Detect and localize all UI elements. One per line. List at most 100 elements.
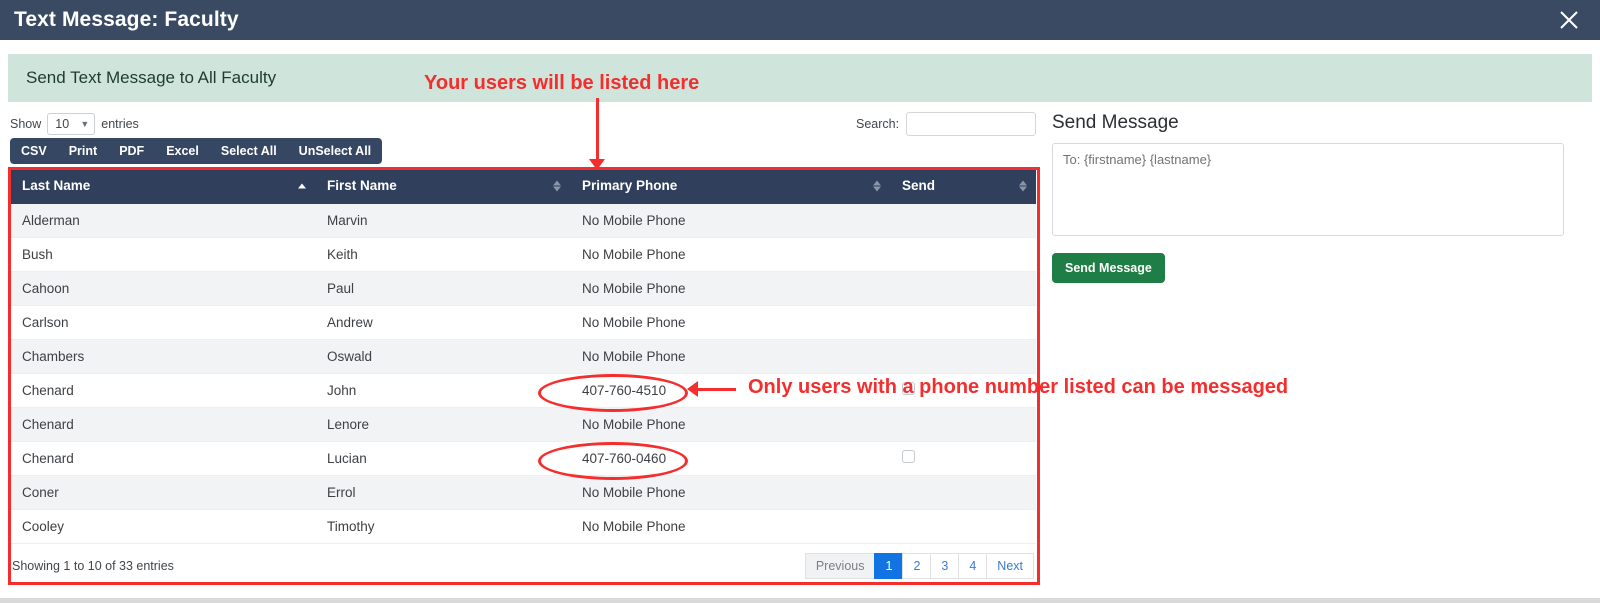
- table-row: Chenard John 407-760-4510: [10, 373, 1036, 408]
- pagination-button-4[interactable]: 4: [958, 553, 987, 579]
- cell-last-name: Coner: [10, 475, 315, 510]
- sort-toggle-icon: [1019, 180, 1027, 192]
- cell-last-name: Chambers: [10, 339, 315, 374]
- cell-send: [890, 407, 1036, 442]
- close-icon[interactable]: [1552, 3, 1586, 37]
- cell-no-mobile-phone: No Mobile Phone: [570, 475, 890, 510]
- table-row: Carlson Andrew No Mobile Phone: [10, 305, 1036, 340]
- cell-no-mobile-phone: No Mobile Phone: [570, 305, 890, 340]
- table-info-label: Showing 1 to 10 of 33 entries: [12, 559, 174, 573]
- cell-last-name: Chenard: [10, 407, 315, 442]
- pagination-button-previous: Previous: [804, 553, 875, 579]
- entries-per-page-value: 10: [55, 117, 70, 131]
- page-bottom-divider: [0, 598, 1600, 603]
- sort-ascending-icon: [298, 183, 306, 189]
- table-row: Chambers Oswald No Mobile Phone: [10, 339, 1036, 374]
- cell-last-name: Bush: [10, 237, 315, 272]
- cell-first-name: Paul: [315, 271, 570, 306]
- cell-no-mobile-phone: No Mobile Phone: [570, 203, 890, 238]
- cell-last-name: Cooley: [10, 509, 315, 544]
- export-button-group: CSV Print PDF Excel Select All UnSelect …: [10, 138, 383, 164]
- print-button[interactable]: Print: [58, 138, 108, 164]
- banner-label: Send Text Message to All Faculty: [26, 68, 277, 87]
- cell-no-mobile-phone: No Mobile Phone: [570, 339, 890, 374]
- cell-send: [890, 475, 1036, 510]
- search-label: Search:: [856, 117, 900, 131]
- cell-no-mobile-phone: No Mobile Phone: [570, 407, 890, 442]
- column-header-last-name[interactable]: Last Name: [10, 169, 315, 204]
- cell-send: [890, 441, 1036, 476]
- send-message-panel: Send Message Send Message: [1052, 112, 1564, 283]
- cell-first-name: Andrew: [315, 305, 570, 340]
- cell-first-name: Timothy: [315, 509, 570, 544]
- pdf-button[interactable]: PDF: [108, 138, 155, 164]
- sort-toggle-icon: [553, 180, 561, 192]
- cell-no-mobile-phone: No Mobile Phone: [570, 509, 890, 544]
- table-header-row: Last Name First Name Primary Phone Send: [10, 169, 1036, 204]
- message-textarea[interactable]: [1052, 143, 1564, 236]
- table-header: Last Name First Name Primary Phone Send: [10, 169, 1036, 204]
- table-footer: Showing 1 to 10 of 33 entries Previous 1 2…: [10, 549, 1036, 583]
- cell-primary-phone: 407-760-0460: [570, 441, 890, 476]
- table-row: Chenard Lenore No Mobile Phone: [10, 407, 1036, 442]
- page-title: Text Message: Faculty: [14, 8, 239, 31]
- cell-first-name: John: [315, 373, 570, 408]
- window-title-bar: Text Message: Faculty: [0, 0, 1600, 40]
- cell-first-name: Oswald: [315, 339, 570, 374]
- table-search-control: Search:: [856, 112, 1037, 136]
- column-label-last-name: Last Name: [22, 178, 91, 194]
- send-message-heading: Send Message: [1052, 112, 1179, 133]
- unselect-all-button[interactable]: UnSelect All: [288, 138, 382, 164]
- table-row: Cooley Timothy No Mobile Phone: [10, 509, 1036, 544]
- cell-no-mobile-phone: No Mobile Phone: [570, 237, 890, 272]
- send-checkbox[interactable]: [902, 450, 915, 463]
- search-input[interactable]: [906, 112, 1037, 136]
- excel-button[interactable]: Excel: [155, 138, 210, 164]
- cell-last-name: Carlson: [10, 305, 315, 340]
- entries-label: entries: [101, 117, 139, 131]
- pagination: Previous 1 2 3 4 Next: [804, 553, 1034, 579]
- pagination-button-next[interactable]: Next: [986, 553, 1034, 579]
- show-label: Show: [10, 117, 42, 131]
- column-header-primary-phone[interactable]: Primary Phone: [570, 169, 890, 204]
- cell-send: [890, 305, 1036, 340]
- cell-first-name: Keith: [315, 237, 570, 272]
- table-row: Coner Errol No Mobile Phone: [10, 475, 1036, 510]
- pagination-button-1[interactable]: 1: [874, 553, 903, 579]
- select-all-button[interactable]: Select All: [210, 138, 288, 164]
- table-row: Alderman Marvin No Mobile Phone: [10, 203, 1036, 238]
- sort-toggle-icon: [873, 180, 881, 192]
- cell-send: [890, 203, 1036, 238]
- table-body: Alderman Marvin No Mobile Phone Bush Keith No…: [10, 203, 1036, 544]
- column-header-first-name[interactable]: First Name: [315, 169, 570, 204]
- cell-first-name: Lenore: [315, 407, 570, 442]
- cell-no-mobile-phone: No Mobile Phone: [570, 271, 890, 306]
- send-message-button[interactable]: Send Message: [1052, 253, 1165, 283]
- cell-send: [890, 509, 1036, 544]
- cell-last-name: Alderman: [10, 203, 315, 238]
- cell-last-name: Cahoon: [10, 271, 315, 306]
- chevron-down-icon: ▼: [80, 118, 90, 129]
- annotation-arrow-down-icon: [589, 98, 605, 170]
- column-label-primary-phone: Primary Phone: [582, 178, 678, 194]
- column-header-send[interactable]: Send: [890, 169, 1036, 204]
- csv-button[interactable]: CSV: [10, 138, 58, 164]
- pagination-button-3[interactable]: 3: [930, 553, 959, 579]
- column-label-first-name: First Name: [327, 178, 397, 194]
- cell-send: [890, 271, 1036, 306]
- cell-send: [890, 237, 1036, 272]
- section-banner: Send Text Message to All Faculty: [8, 54, 1592, 102]
- pagination-button-2[interactable]: 2: [902, 553, 931, 579]
- cell-last-name: Chenard: [10, 441, 315, 476]
- faculty-table: Last Name First Name Primary Phone Send …: [10, 169, 1036, 544]
- send-checkbox[interactable]: [902, 382, 915, 395]
- column-label-send: Send: [902, 178, 936, 194]
- table-row: Chenard Lucian 407-760-0460: [10, 441, 1036, 476]
- entries-per-page-select[interactable]: 10 ▼: [47, 113, 96, 135]
- cell-first-name: Errol: [315, 475, 570, 510]
- cell-first-name: Marvin: [315, 203, 570, 238]
- cell-primary-phone: 407-760-4510: [570, 373, 890, 408]
- cell-first-name: Lucian: [315, 441, 570, 476]
- table-row: Cahoon Paul No Mobile Phone: [10, 271, 1036, 306]
- faculty-table-container: Last Name First Name Primary Phone Send …: [10, 169, 1036, 544]
